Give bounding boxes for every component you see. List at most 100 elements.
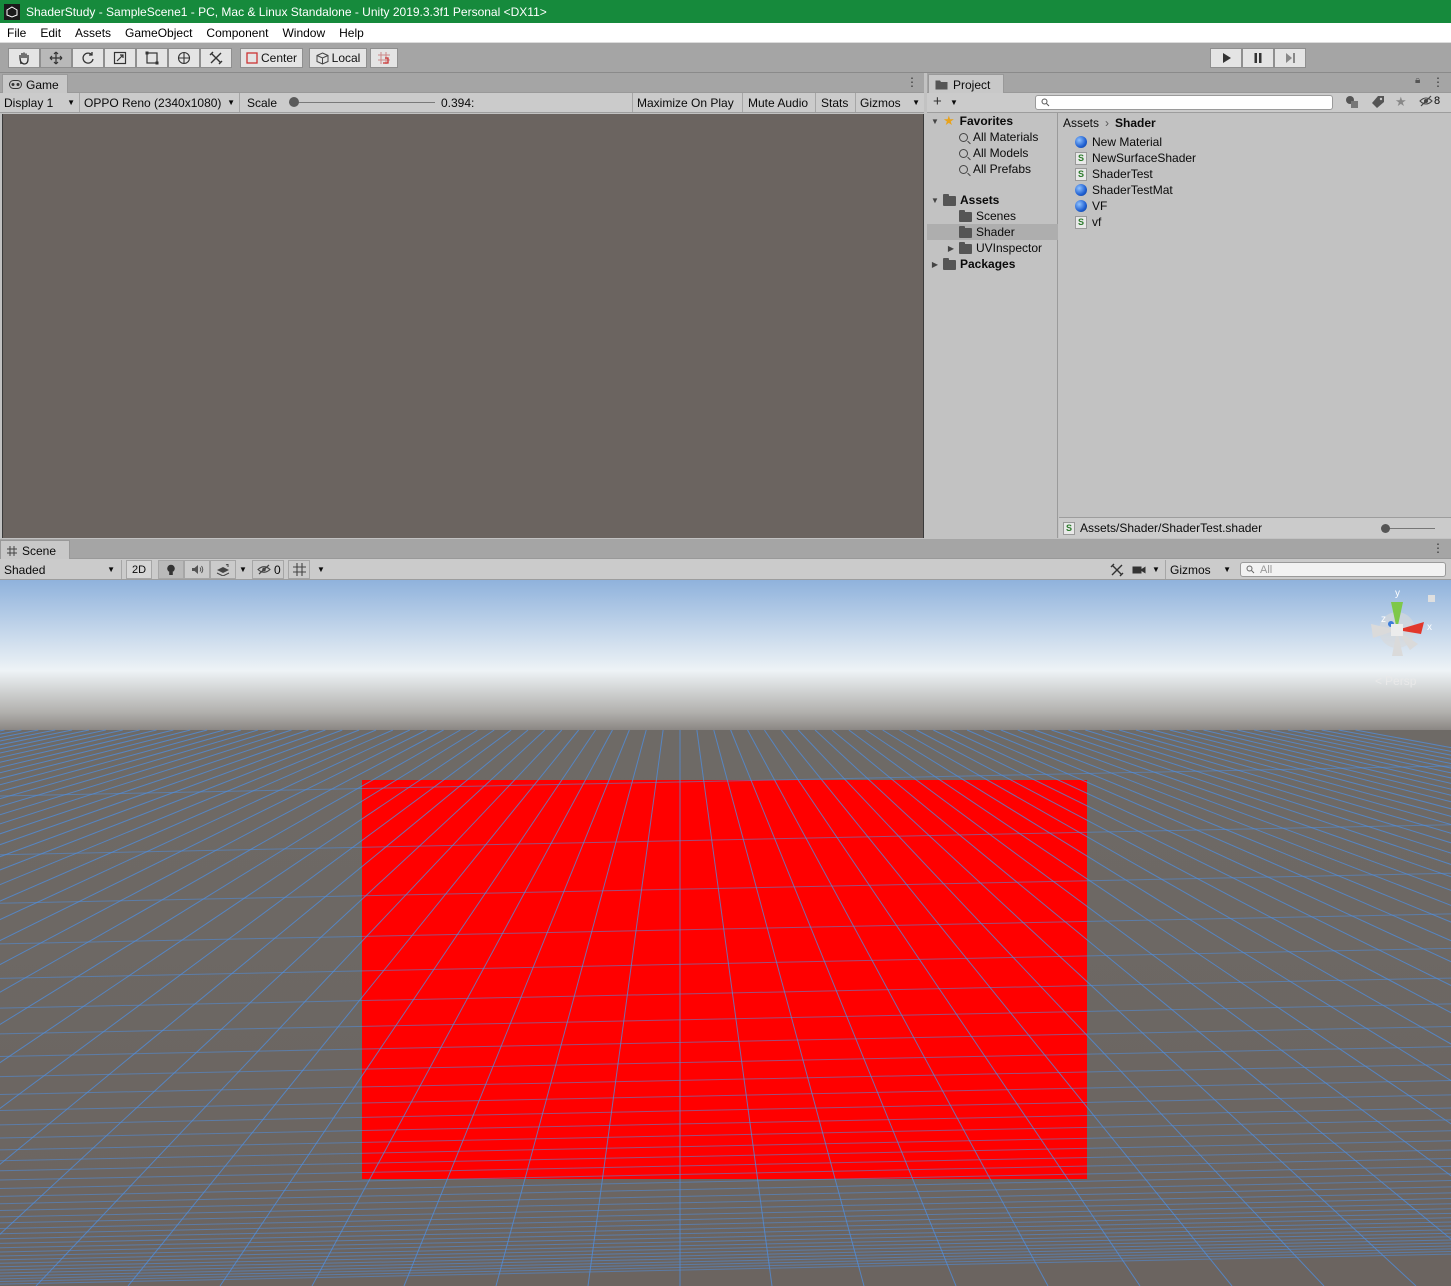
asset-list-item-label: NewSurfaceShader xyxy=(1092,151,1197,165)
rect-tool-button[interactable] xyxy=(136,48,168,68)
favorite-star-button[interactable]: ★ xyxy=(1395,94,1413,110)
tree-packages[interactable]: ▶ Packages xyxy=(927,256,1058,272)
grid-snap-button[interactable] xyxy=(370,48,398,68)
step-button[interactable] xyxy=(1274,48,1306,68)
menu-component[interactable]: Component xyxy=(199,26,275,40)
move-tool-button[interactable] xyxy=(40,48,72,68)
asset-list-item[interactable]: New Material xyxy=(1075,134,1162,150)
menu-window[interactable]: Window xyxy=(275,26,332,40)
expand-arrow-icon[interactable]: ▼ xyxy=(927,196,943,205)
scene-tools-button[interactable] xyxy=(1106,560,1128,579)
tree-packages-label: Packages xyxy=(960,257,1016,271)
gizmo-lock-icon[interactable] xyxy=(1428,595,1435,602)
local-cube-icon xyxy=(316,51,329,65)
gizmo-center-cube[interactable] xyxy=(1391,624,1403,636)
speaker-icon xyxy=(191,565,203,574)
asset-list-item[interactable]: ShaderTestMat xyxy=(1075,182,1173,198)
hand-tool-button[interactable] xyxy=(8,48,40,68)
effects-toggle[interactable] xyxy=(210,560,236,579)
menu-gameobject[interactable]: GameObject xyxy=(118,26,199,40)
menu-edit[interactable]: Edit xyxy=(33,26,68,40)
tree-favorite-item[interactable]: All Materials xyxy=(959,129,1038,145)
asset-list-item[interactable]: S NewSurfaceShader xyxy=(1075,150,1196,166)
lighting-toggle[interactable] xyxy=(158,560,184,579)
search-icon xyxy=(1041,98,1050,107)
tree-favorite-item[interactable]: All Prefabs xyxy=(959,161,1031,177)
tree-folder-uvinspector[interactable]: ▶ UVInspector xyxy=(927,240,1058,256)
game-gizmos-dropdown[interactable]: Gizmos ▼ xyxy=(856,93,924,112)
pivot-local-button[interactable]: Local xyxy=(309,48,367,68)
custom-tool-button[interactable] xyxy=(200,48,232,68)
icon-size-slider-thumb[interactable] xyxy=(1381,524,1390,533)
expand-arrow-icon[interactable]: ▶ xyxy=(927,260,943,269)
icon-size-slider[interactable] xyxy=(1381,524,1435,533)
game-gizmos-label: Gizmos xyxy=(860,95,901,110)
hidden-objects-toggle[interactable]: 0 xyxy=(252,560,284,579)
tab-scene[interactable]: Scene xyxy=(0,540,70,560)
scale-control: Scale 0.394: xyxy=(243,93,633,112)
display-dropdown[interactable]: Display 1 ▼ xyxy=(0,93,80,112)
menu-assets[interactable]: Assets xyxy=(68,26,118,40)
scale-tool-button[interactable] xyxy=(104,48,136,68)
draw-mode-dropdown[interactable]: Shaded ▼ xyxy=(4,560,122,579)
pause-button[interactable] xyxy=(1242,48,1274,68)
project-toolbar: + ▼ ★ 8 xyxy=(927,93,1451,113)
expand-arrow-icon[interactable]: ▶ xyxy=(943,244,959,253)
audio-toggle[interactable] xyxy=(184,560,210,579)
star-icon: ★ xyxy=(943,113,955,128)
tree-folder-shader[interactable]: Shader xyxy=(927,224,1058,240)
projection-label[interactable]: < Persp xyxy=(1375,674,1417,688)
asset-list-item[interactable]: S ShaderTest xyxy=(1075,166,1153,182)
scene-search-input[interactable]: All xyxy=(1240,562,1446,577)
play-button[interactable] xyxy=(1210,48,1242,68)
scene-tabbar: Scene ⋮ xyxy=(0,539,1451,560)
breadcrumb-root[interactable]: Assets xyxy=(1063,116,1099,130)
gizmo-y-label: y xyxy=(1395,588,1400,599)
tree-folder-scenes[interactable]: Scenes xyxy=(927,208,1058,224)
hidden-packages-toggle[interactable]: 8 xyxy=(1419,95,1440,107)
scene-grid-toggle[interactable] xyxy=(288,560,310,579)
pivot-center-button[interactable]: Center xyxy=(240,48,303,68)
toggle-2d-button[interactable]: 2D xyxy=(126,560,152,579)
tree-favorite-item[interactable]: All Models xyxy=(959,145,1028,161)
search-icon xyxy=(959,164,968,174)
maximize-on-play-toggle[interactable]: Maximize On Play xyxy=(632,93,743,112)
scale-slider-thumb[interactable] xyxy=(289,97,299,107)
tab-project[interactable]: Project xyxy=(928,74,1004,94)
asset-list-item[interactable]: VF xyxy=(1075,198,1107,214)
scene-gizmos-dropdown[interactable]: Gizmos ▼ xyxy=(1165,560,1233,579)
expand-arrow-icon[interactable]: ▼ xyxy=(927,117,943,126)
asset-list-item[interactable]: Svf xyxy=(1075,214,1101,230)
tree-favorites[interactable]: ▼ ★ Favorites xyxy=(927,113,1058,129)
search-icon xyxy=(1246,565,1255,574)
project-search-input[interactable] xyxy=(1035,95,1333,110)
chevron-down-icon[interactable]: ▼ xyxy=(317,560,325,579)
lock-icon[interactable]: 🔒︎ xyxy=(1415,75,1420,86)
create-plus-icon[interactable]: + xyxy=(933,94,942,110)
search-by-type-button[interactable] xyxy=(1345,95,1363,111)
resolution-dropdown[interactable]: OPPO Reno (2340x1080) ▼ xyxy=(80,93,240,112)
search-by-label-button[interactable] xyxy=(1371,95,1389,111)
menu-help[interactable]: Help xyxy=(332,26,371,40)
project-panel-menu-icon[interactable]: ⋮ xyxy=(1432,75,1444,89)
game-view[interactable] xyxy=(2,114,924,538)
chevron-down-icon[interactable]: ▼ xyxy=(950,98,958,107)
tab-game[interactable]: Game xyxy=(2,74,68,94)
menu-file[interactable]: File xyxy=(0,26,33,40)
scene-gizmos-label: Gizmos xyxy=(1170,562,1211,577)
mute-audio-toggle[interactable]: Mute Audio xyxy=(744,93,816,112)
chevron-down-icon[interactable]: ▼ xyxy=(239,560,247,579)
scale-slider[interactable] xyxy=(289,97,435,107)
scene-panel-menu-icon[interactable]: ⋮ xyxy=(1432,541,1444,555)
breadcrumb-current[interactable]: Shader xyxy=(1115,116,1156,130)
game-panel-menu-icon[interactable]: ⋮ xyxy=(906,75,918,89)
stats-toggle[interactable]: Stats xyxy=(817,93,856,112)
scene-view[interactable]: y x z < Persp xyxy=(0,580,1451,1286)
rotate-tool-button[interactable] xyxy=(72,48,104,68)
transform-tool-button[interactable] xyxy=(168,48,200,68)
scene-canvas[interactable]: y x z < Persp xyxy=(0,580,1451,1286)
shader-icon: S xyxy=(1075,151,1087,165)
camera-settings-dropdown[interactable]: ▼ xyxy=(1132,560,1164,579)
tree-assets[interactable]: ▼ Assets xyxy=(927,192,1058,208)
search-icon xyxy=(959,132,968,142)
